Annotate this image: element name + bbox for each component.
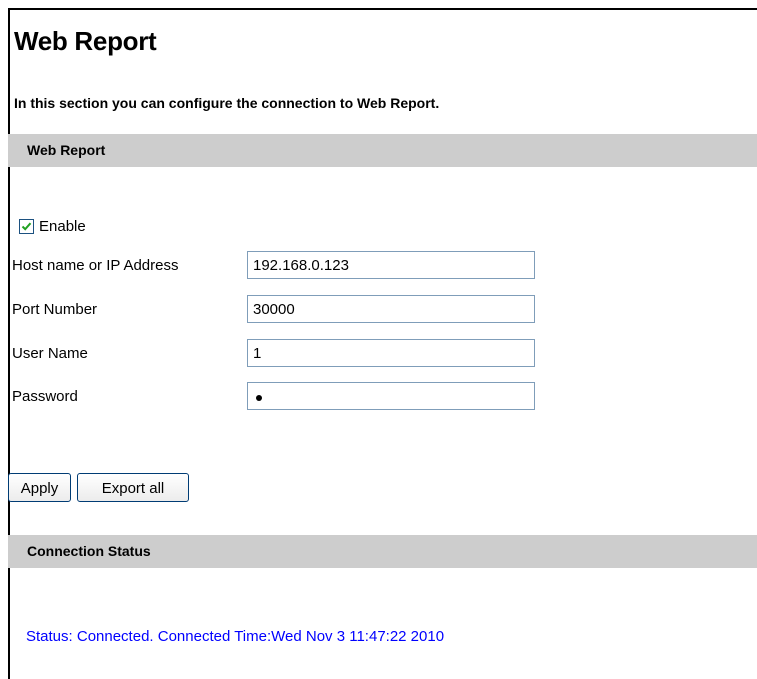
host-label: Host name or IP Address: [12, 257, 179, 274]
username-field-row: User Name: [12, 339, 552, 369]
connection-status-text: Status: Connected. Connected Time:Wed No…: [26, 628, 445, 645]
host-field-row: Host name or IP Address: [12, 251, 552, 281]
password-label: Password: [12, 388, 78, 405]
web-report-section-header: Web Report: [8, 134, 757, 167]
enable-checkbox[interactable]: [19, 219, 34, 234]
export-all-button[interactable]: Export all: [77, 473, 189, 502]
password-mask-dot: [256, 395, 262, 401]
host-input[interactable]: [247, 251, 535, 279]
password-field-row: Password: [12, 382, 552, 412]
username-label: User Name: [12, 345, 88, 362]
port-field-row: Port Number: [12, 295, 552, 325]
username-input[interactable]: [247, 339, 535, 367]
enable-label: Enable: [39, 218, 86, 235]
password-input[interactable]: [247, 382, 535, 410]
connection-status-section-header: Connection Status: [8, 535, 757, 568]
page-title: Web Report: [14, 26, 157, 56]
enable-row[interactable]: Enable: [19, 218, 86, 235]
check-icon: [21, 222, 32, 231]
port-input[interactable]: [247, 295, 535, 323]
port-label: Port Number: [12, 301, 98, 318]
page-intro: In this section you can configure the co…: [14, 95, 440, 111]
apply-button[interactable]: Apply: [8, 473, 71, 502]
